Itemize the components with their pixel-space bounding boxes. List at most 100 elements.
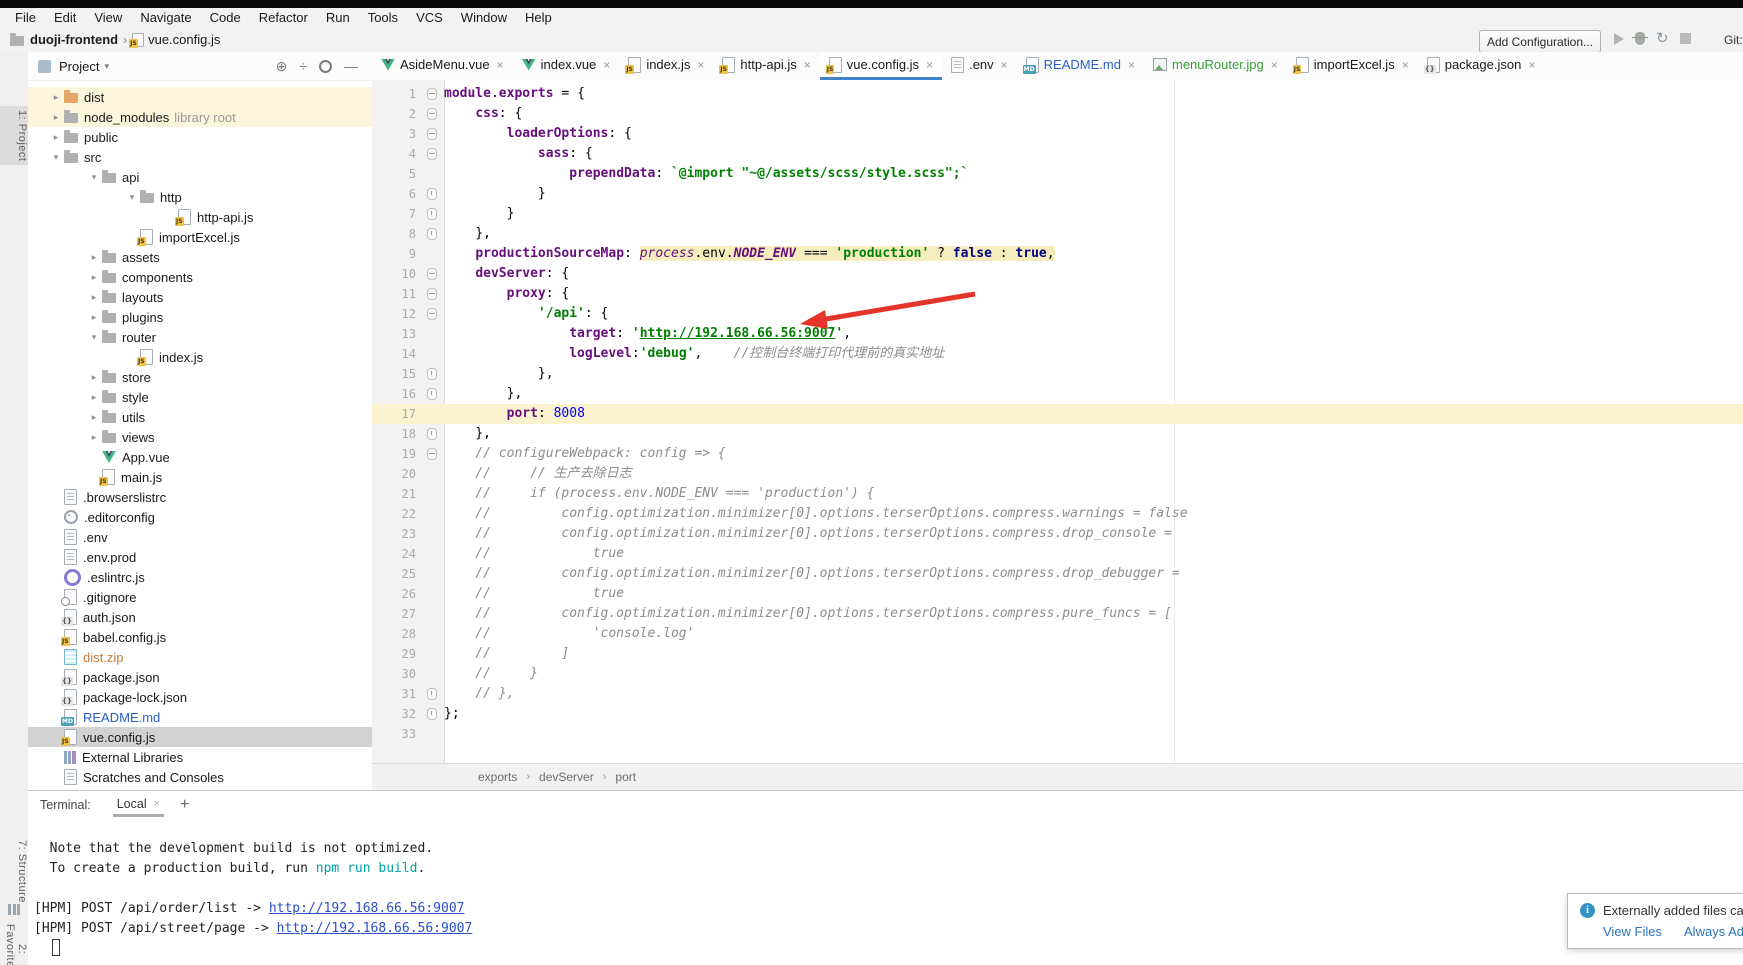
- terminal-tab-local[interactable]: Local ×: [113, 797, 164, 817]
- toolwindow-structure-button[interactable]: 7: Structure: [0, 840, 28, 903]
- git-widget[interactable]: Git:: [1724, 33, 1743, 47]
- fold-icon[interactable]: [427, 268, 437, 280]
- tree-item-importexcel-js[interactable]: JSimportExcel.js: [28, 227, 372, 247]
- editor-breadcrumb-devserver[interactable]: devServer: [539, 770, 594, 784]
- tree-chevron-icon[interactable]: ▾: [124, 192, 140, 203]
- tree-item-src[interactable]: ▾src: [28, 147, 372, 167]
- menu-window[interactable]: Window: [452, 10, 516, 25]
- tree-chevron-icon[interactable]: ▸: [86, 292, 102, 303]
- fold-icon[interactable]: [427, 128, 437, 140]
- menu-vcs[interactable]: VCS: [407, 10, 452, 25]
- code-line-10[interactable]: 10 devServer: {: [372, 264, 1743, 284]
- tab-close-icon[interactable]: ×: [497, 58, 504, 72]
- tree-item-babel-config-js[interactable]: JSbabel.config.js: [28, 627, 372, 647]
- menu-view[interactable]: View: [85, 10, 131, 25]
- tree-item-eslintrc-js[interactable]: .eslintrc.js: [28, 567, 372, 587]
- fold-icon[interactable]: [427, 708, 437, 720]
- tree-item-app-vue[interactable]: App.vue: [28, 447, 372, 467]
- fold-marker[interactable]: [420, 268, 444, 280]
- fold-marker[interactable]: [420, 208, 444, 220]
- editor-breadcrumb-port[interactable]: port: [615, 770, 636, 784]
- tree-chevron-icon[interactable]: ▸: [86, 272, 102, 283]
- terminal-output[interactable]: Note that the development build is not o…: [34, 839, 1743, 939]
- project-panel-title[interactable]: Project: [59, 59, 99, 74]
- fold-icon[interactable]: [427, 688, 437, 700]
- code-line-5[interactable]: 5 prependData: `@import "~@/assets/scss/…: [372, 164, 1743, 184]
- editor-breadcrumb-exports[interactable]: exports: [478, 770, 517, 784]
- tree-chevron-icon[interactable]: ▾: [86, 332, 102, 343]
- code-line-20[interactable]: 20 // // 生产去除日志: [372, 464, 1743, 484]
- toolwindow-project-button[interactable]: 1: Project: [0, 106, 28, 165]
- code-line-18[interactable]: 18 },: [372, 424, 1743, 444]
- tab-close-icon[interactable]: ×: [697, 58, 704, 72]
- project-view-dropdown-icon[interactable]: ▾: [104, 61, 109, 72]
- code-line-28[interactable]: 28 // 'console.log': [372, 624, 1743, 644]
- code-line-2[interactable]: 2 css: {: [372, 104, 1743, 124]
- menu-navigate[interactable]: Navigate: [131, 10, 200, 25]
- editor-tab-http-api-js[interactable]: JShttp-api.js×: [713, 52, 819, 80]
- code-line-16[interactable]: 16 },: [372, 384, 1743, 404]
- code-line-25[interactable]: 25 // config.optimization.minimizer[0].o…: [372, 564, 1743, 584]
- tab-close-icon[interactable]: ×: [1271, 58, 1278, 72]
- tree-item-layouts[interactable]: ▸layouts: [28, 287, 372, 307]
- tree-chevron-icon[interactable]: ▸: [86, 252, 102, 263]
- tree-item-store[interactable]: ▸store: [28, 367, 372, 387]
- editor-tab-importexcel-js[interactable]: JSimportExcel.js×: [1287, 52, 1418, 80]
- tab-close-icon[interactable]: ×: [804, 58, 811, 72]
- menu-code[interactable]: Code: [201, 10, 250, 25]
- tab-close-icon[interactable]: ×: [603, 58, 610, 72]
- fold-marker[interactable]: [420, 228, 444, 240]
- code-line-31[interactable]: 31 // },: [372, 684, 1743, 704]
- fold-marker[interactable]: [420, 108, 444, 120]
- code-line-32[interactable]: 32};: [372, 704, 1743, 724]
- tree-item-main-js[interactable]: JSmain.js: [28, 467, 372, 487]
- code-line-15[interactable]: 15 },: [372, 364, 1743, 384]
- tree-chevron-icon[interactable]: ▸: [48, 92, 64, 103]
- code-line-23[interactable]: 23 // config.optimization.minimizer[0].o…: [372, 524, 1743, 544]
- update-project-icon[interactable]: ↻: [1656, 31, 1669, 46]
- tree-item-components[interactable]: ▸components: [28, 267, 372, 287]
- tree-chevron-icon[interactable]: ▸: [86, 412, 102, 423]
- tree-item-style[interactable]: ▸style: [28, 387, 372, 407]
- tree-item-views[interactable]: ▸views: [28, 427, 372, 447]
- menu-help[interactable]: Help: [516, 10, 561, 25]
- fold-marker[interactable]: [420, 288, 444, 300]
- tree-item-dist-zip[interactable]: dist.zip: [28, 647, 372, 667]
- code-line-12[interactable]: 12 '/api': {: [372, 304, 1743, 324]
- fold-marker[interactable]: [420, 708, 444, 720]
- tree-item-external-libraries[interactable]: External Libraries: [28, 747, 372, 767]
- debug-icon[interactable]: [1635, 32, 1645, 45]
- new-terminal-tab-button[interactable]: +: [180, 796, 189, 817]
- tree-item-index-js[interactable]: JSindex.js: [28, 347, 372, 367]
- tab-close-icon[interactable]: ×: [1402, 58, 1409, 72]
- breadcrumb-file[interactable]: vue.config.js: [148, 32, 220, 47]
- tab-close-icon[interactable]: ×: [926, 58, 933, 72]
- fold-marker[interactable]: [420, 428, 444, 440]
- code-line-21[interactable]: 21 // if (process.env.NODE_ENV === 'prod…: [372, 484, 1743, 504]
- code-line-8[interactable]: 8 },: [372, 224, 1743, 244]
- code-line-1[interactable]: 1module.exports = {: [372, 84, 1743, 104]
- tree-item-http-api-js[interactable]: JShttp-api.js: [28, 207, 372, 227]
- terminal-tab-close-icon[interactable]: ×: [154, 798, 160, 810]
- tree-chevron-icon[interactable]: ▾: [86, 172, 102, 183]
- view-files-link[interactable]: View Files: [1603, 924, 1662, 939]
- tree-item-gitignore[interactable]: .gitignore: [28, 587, 372, 607]
- code-line-14[interactable]: 14 logLevel:'debug', //控制台终端打印代理前的真实地址: [372, 344, 1743, 364]
- tree-item-editorconfig[interactable]: .editorconfig: [28, 507, 372, 527]
- breadcrumb-project[interactable]: duoji-frontend: [30, 32, 118, 47]
- fold-icon[interactable]: [427, 368, 437, 380]
- menu-edit[interactable]: Edit: [45, 10, 85, 25]
- tree-item-dist[interactable]: ▸dist: [28, 87, 372, 107]
- code-line-17[interactable]: 17 port: 8008: [372, 404, 1743, 424]
- tree-item-readme-md[interactable]: MDREADME.md: [28, 707, 372, 727]
- tree-item-package-json[interactable]: {}package.json: [28, 667, 372, 687]
- tree-item-public[interactable]: ▸public: [28, 127, 372, 147]
- fold-marker[interactable]: [420, 308, 444, 320]
- tree-item-env[interactable]: .env: [28, 527, 372, 547]
- tree-chevron-icon[interactable]: ▾: [48, 152, 64, 163]
- collapse-all-icon[interactable]: ÷: [299, 59, 307, 73]
- code-line-3[interactable]: 3 loaderOptions: {: [372, 124, 1743, 144]
- fold-icon[interactable]: [427, 448, 437, 460]
- code-line-6[interactable]: 6 }: [372, 184, 1743, 204]
- code-line-27[interactable]: 27 // config.optimization.minimizer[0].o…: [372, 604, 1743, 624]
